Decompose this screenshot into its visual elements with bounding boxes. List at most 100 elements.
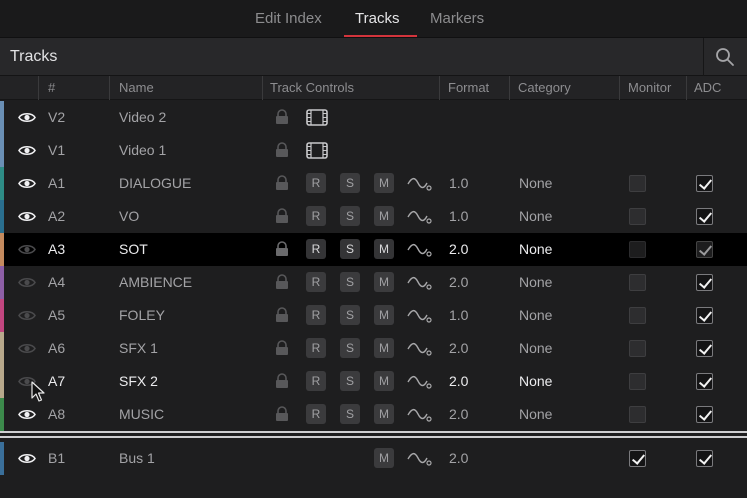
visibility-eye-icon[interactable] xyxy=(18,452,36,465)
lock-icon[interactable] xyxy=(274,241,290,257)
record-button[interactable]: R xyxy=(306,404,326,424)
column-header-format[interactable]: Format xyxy=(448,80,489,95)
adc-checkbox[interactable] xyxy=(696,274,713,291)
track-category[interactable]: None xyxy=(519,340,552,356)
film-icon[interactable] xyxy=(306,142,328,159)
track-row[interactable]: A6 SFX 1 R S M 2.0 None xyxy=(0,332,747,365)
lock-icon[interactable] xyxy=(274,109,290,125)
track-format[interactable]: 2.0 xyxy=(449,373,468,389)
track-name[interactable]: SOT xyxy=(119,241,148,257)
monitor-checkbox[interactable] xyxy=(629,406,646,423)
column-header-id[interactable]: # xyxy=(48,80,55,95)
column-header-monitor[interactable]: Monitor xyxy=(628,80,671,95)
track-format[interactable]: 2.0 xyxy=(449,450,468,466)
mute-button[interactable]: M xyxy=(374,239,394,259)
visibility-eye-icon[interactable] xyxy=(18,309,36,322)
adc-checkbox[interactable] xyxy=(696,241,713,258)
track-format[interactable]: 2.0 xyxy=(449,241,468,257)
monitor-checkbox[interactable] xyxy=(629,373,646,390)
visibility-eye-icon[interactable] xyxy=(18,210,36,223)
solo-button[interactable]: S xyxy=(340,173,360,193)
lock-icon[interactable] xyxy=(274,307,290,323)
mute-button[interactable]: M xyxy=(374,448,394,468)
monitor-checkbox[interactable] xyxy=(629,307,646,324)
track-row[interactable]: A7 SFX 2 R S M 2.0 None xyxy=(0,365,747,398)
track-format[interactable]: 2.0 xyxy=(449,340,468,356)
record-button[interactable]: R xyxy=(306,239,326,259)
record-button[interactable]: R xyxy=(306,371,326,391)
adc-checkbox[interactable] xyxy=(696,175,713,192)
record-button[interactable]: R xyxy=(306,206,326,226)
waveform-automation-icon[interactable] xyxy=(406,308,432,324)
lock-icon[interactable] xyxy=(274,373,290,389)
track-row[interactable]: A1 DIALOGUE R S M 1.0 None xyxy=(0,167,747,200)
tab-markers[interactable]: Markers xyxy=(430,10,484,27)
mute-button[interactable]: M xyxy=(374,338,394,358)
track-format[interactable]: 1.0 xyxy=(449,208,468,224)
track-row[interactable]: V1 Video 1 xyxy=(0,134,747,167)
visibility-eye-icon[interactable] xyxy=(18,111,36,124)
lock-icon[interactable] xyxy=(274,406,290,422)
waveform-automation-icon[interactable] xyxy=(406,176,432,192)
track-category[interactable]: None xyxy=(519,175,552,191)
track-format[interactable]: 1.0 xyxy=(449,307,468,323)
track-name[interactable]: FOLEY xyxy=(119,307,165,323)
tab-tracks[interactable]: Tracks xyxy=(355,10,399,27)
track-row[interactable]: B1 Bus 1 M 2.0 xyxy=(0,442,747,475)
waveform-automation-icon[interactable] xyxy=(406,275,432,291)
track-category[interactable]: None xyxy=(519,208,552,224)
visibility-eye-icon[interactable] xyxy=(18,243,36,256)
solo-button[interactable]: S xyxy=(340,206,360,226)
waveform-automation-icon[interactable] xyxy=(406,209,432,225)
monitor-checkbox[interactable] xyxy=(629,208,646,225)
waveform-automation-icon[interactable] xyxy=(406,407,432,423)
record-button[interactable]: R xyxy=(306,272,326,292)
adc-checkbox[interactable] xyxy=(696,208,713,225)
visibility-eye-icon[interactable] xyxy=(18,408,36,421)
mute-button[interactable]: M xyxy=(374,272,394,292)
solo-button[interactable]: S xyxy=(340,272,360,292)
track-name[interactable]: Video 2 xyxy=(119,109,166,125)
adc-checkbox[interactable] xyxy=(696,307,713,324)
track-name[interactable]: Bus 1 xyxy=(119,450,155,466)
lock-icon[interactable] xyxy=(274,274,290,290)
solo-button[interactable]: S xyxy=(340,371,360,391)
track-row[interactable]: A2 VO R S M 1.0 None xyxy=(0,200,747,233)
column-header-track-controls[interactable]: Track Controls xyxy=(270,80,354,95)
waveform-automation-icon[interactable] xyxy=(406,451,432,467)
monitor-checkbox[interactable] xyxy=(629,450,646,467)
waveform-automation-icon[interactable] xyxy=(406,341,432,357)
mute-button[interactable]: M xyxy=(374,173,394,193)
visibility-eye-icon[interactable] xyxy=(18,177,36,190)
track-row[interactable]: A3 SOT R S M 2.0 None xyxy=(0,233,747,266)
record-button[interactable]: R xyxy=(306,173,326,193)
adc-checkbox[interactable] xyxy=(696,373,713,390)
waveform-automation-icon[interactable] xyxy=(406,242,432,258)
track-category[interactable]: None xyxy=(519,241,552,257)
search-button[interactable] xyxy=(703,38,747,76)
waveform-automation-icon[interactable] xyxy=(406,374,432,390)
monitor-checkbox[interactable] xyxy=(629,340,646,357)
lock-icon[interactable] xyxy=(274,208,290,224)
adc-checkbox[interactable] xyxy=(696,450,713,467)
track-category[interactable]: None xyxy=(519,307,552,323)
track-category[interactable]: None xyxy=(519,274,552,290)
track-name[interactable]: SFX 2 xyxy=(119,373,158,389)
track-format[interactable]: 1.0 xyxy=(449,175,468,191)
track-name[interactable]: VO xyxy=(119,208,139,224)
track-name[interactable]: MUSIC xyxy=(119,406,164,422)
monitor-checkbox[interactable] xyxy=(629,241,646,258)
track-format[interactable]: 2.0 xyxy=(449,406,468,422)
lock-icon[interactable] xyxy=(274,142,290,158)
lock-icon[interactable] xyxy=(274,175,290,191)
solo-button[interactable]: S xyxy=(340,404,360,424)
track-category[interactable]: None xyxy=(519,406,552,422)
solo-button[interactable]: S xyxy=(340,305,360,325)
adc-checkbox[interactable] xyxy=(696,406,713,423)
mute-button[interactable]: M xyxy=(374,305,394,325)
adc-checkbox[interactable] xyxy=(696,340,713,357)
record-button[interactable]: R xyxy=(306,338,326,358)
column-header-adc[interactable]: ADC xyxy=(694,80,721,95)
track-name[interactable]: AMBIENCE xyxy=(119,274,192,290)
visibility-eye-icon[interactable] xyxy=(18,342,36,355)
